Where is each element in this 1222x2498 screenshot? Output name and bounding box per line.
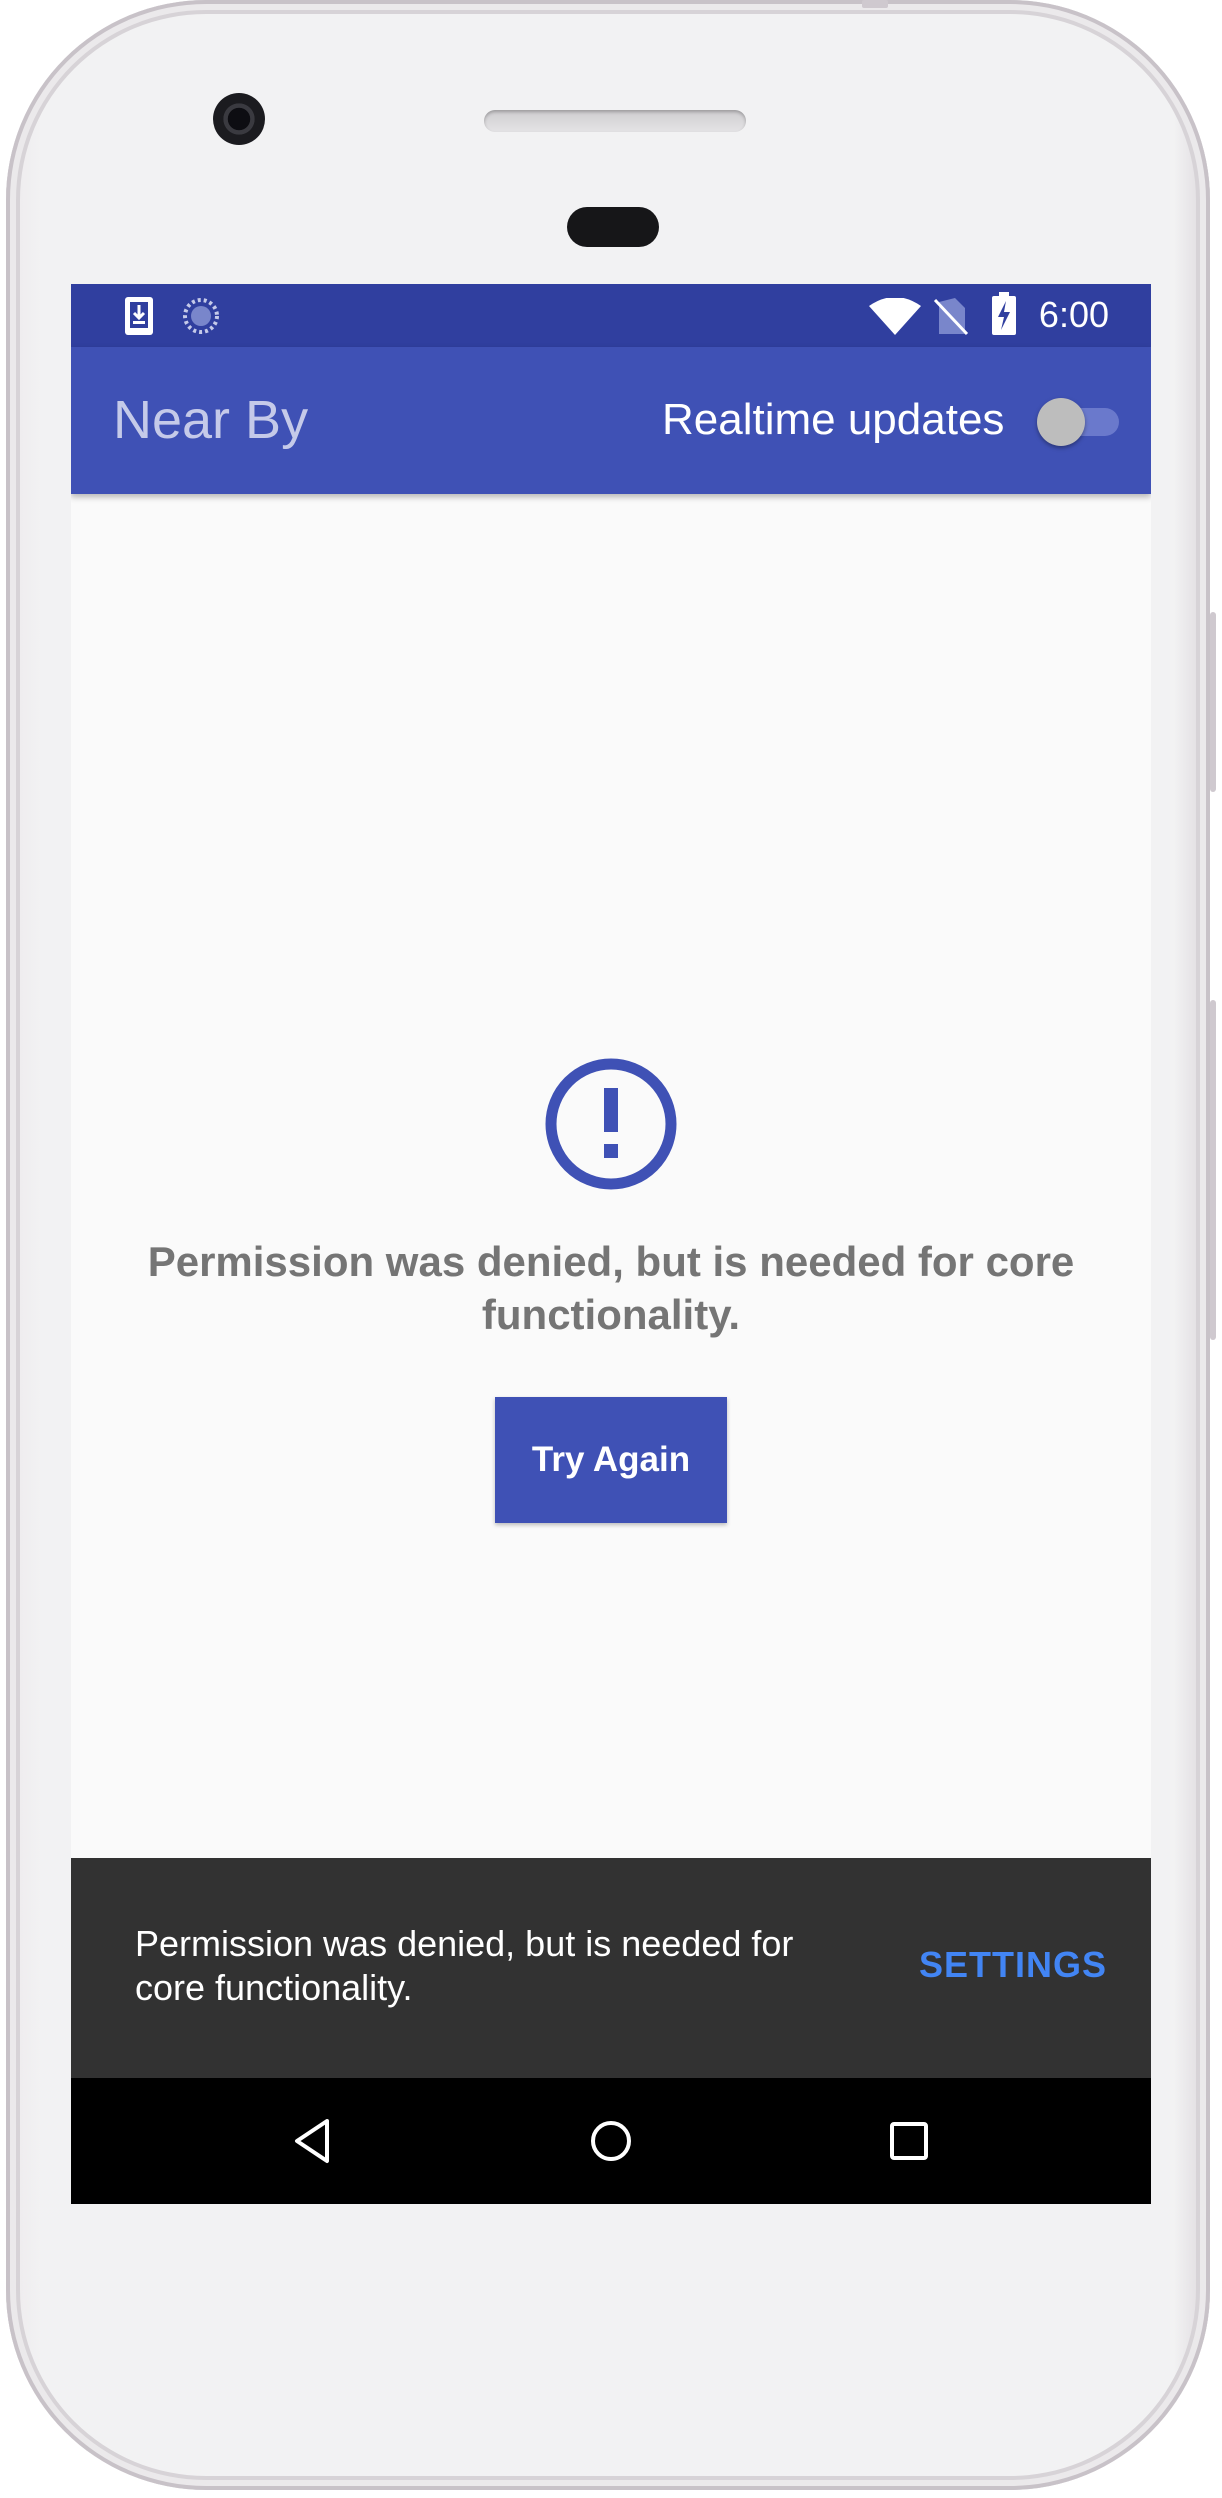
- phone-frame: 6:00 Near By Realtime updates Permission…: [6, 0, 1210, 2490]
- navigation-bar: [71, 2078, 1151, 2204]
- download-notification-icon: [125, 297, 153, 335]
- realtime-updates-switch[interactable]: [1037, 391, 1123, 451]
- wifi-icon: [869, 298, 921, 335]
- home-icon[interactable]: [581, 2111, 641, 2171]
- device-screen: 6:00 Near By Realtime updates Permission…: [71, 284, 1151, 2204]
- power-button: [1210, 612, 1216, 792]
- snackbar-message: Permission was denied, but is needed for…: [135, 1923, 794, 2008]
- top-button: [862, 0, 888, 8]
- status-bar: 6:00: [71, 284, 1151, 347]
- switch-thumb: [1037, 398, 1085, 446]
- no-sim-icon: [933, 298, 969, 336]
- realtime-updates-label: Realtime updates: [662, 395, 1005, 444]
- earpiece-speaker: [484, 110, 746, 132]
- proximity-sensor: [567, 207, 659, 247]
- error-icon: [545, 1058, 677, 1190]
- snackbar: Permission was denied, but is needed for…: [71, 1858, 1151, 2078]
- try-again-button[interactable]: Try Again: [495, 1397, 727, 1523]
- sync-icon: [183, 298, 219, 334]
- front-camera: [213, 93, 265, 145]
- app-title: Near By: [113, 390, 309, 450]
- back-icon[interactable]: [283, 2111, 343, 2171]
- recents-icon[interactable]: [879, 2111, 939, 2171]
- app-bar: Near By Realtime updates: [71, 347, 1151, 494]
- status-time: 6:00: [1038, 294, 1109, 335]
- battery-charging-icon: [992, 292, 1016, 335]
- settings-button[interactable]: SETTINGS: [919, 1944, 1107, 1986]
- permission-denied-message: Permission was denied, but is needed for…: [147, 1238, 1075, 1338]
- volume-button: [1210, 1000, 1216, 1340]
